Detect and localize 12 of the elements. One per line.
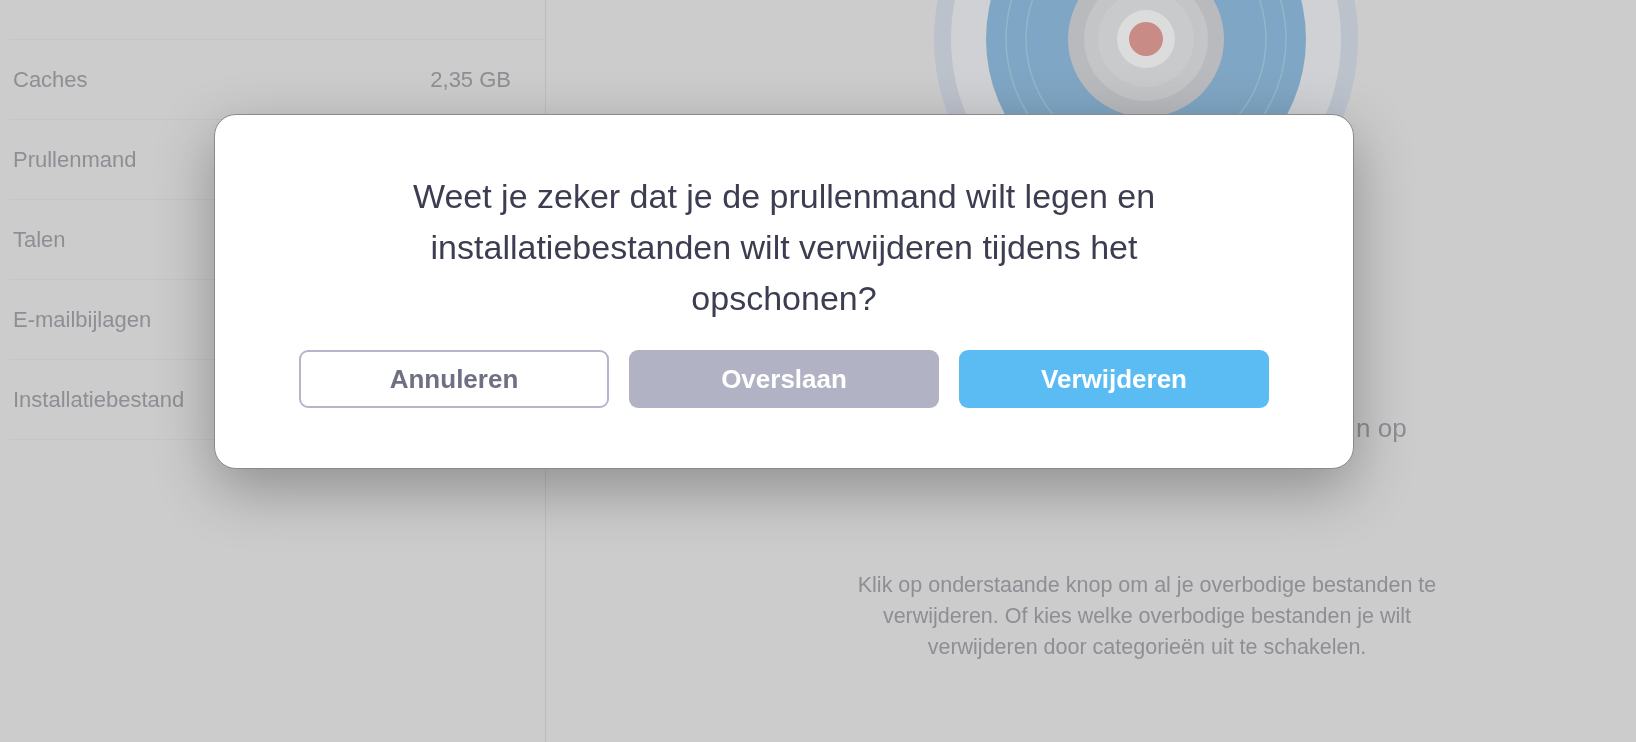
category-size: 2,35 GB [430,66,511,94]
category-label: Prullenmand [13,146,137,174]
cancel-button[interactable]: Annuleren [299,350,609,408]
skip-button[interactable]: Overslaan [629,350,939,408]
category-label: Caches [13,66,88,94]
delete-button[interactable]: Verwijderen [959,350,1269,408]
category-label: E-mailbijlagen [13,306,152,334]
category-label: Installatiebestand [13,386,185,414]
description-text: Klik op onderstaande knop om al je overbodige bestanden te verwijderen. Of kies welke overbodige bestanden je wilt verwijderen door categorieën uit te schakelen. [856,572,1438,661]
dialog-message: Weet je zeker dat je de prullenmand wilt legen en installatiebestanden wilt verwijderen tijdens het opschonen? [411,176,1157,319]
category-label: Talen [13,226,66,254]
info-text: n op [1356,412,1407,445]
